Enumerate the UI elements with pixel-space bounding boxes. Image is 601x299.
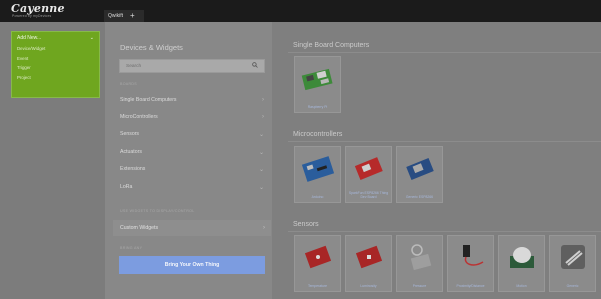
custom-widgets-label: Custom Widgets: [120, 225, 159, 231]
logo-subtitle: Powered by myDevices: [12, 14, 52, 18]
device-label: Pressure: [412, 284, 427, 288]
add-tab-plus-icon[interactable]: +: [130, 12, 135, 20]
device-card-pressure[interactable]: Pressure: [396, 235, 443, 292]
custom-caption: USE WIDGETS TO DISPLAY/CONTROL: [120, 209, 195, 213]
menu-item-project[interactable]: Project: [12, 73, 99, 83]
device-label: Arduino: [311, 195, 324, 199]
device-label: SparkFun ESP8266 Thing Dev Board: [348, 191, 389, 199]
category-actuators[interactable]: Actuators ⌄: [119, 146, 267, 158]
category-label: Actuators: [120, 149, 142, 155]
bring-your-own-thing-button[interactable]: Bring Your Own Thing: [119, 256, 265, 274]
motion-sensor-icon: [510, 247, 534, 268]
add-new-label: Add New...: [17, 35, 42, 41]
search-icon: [252, 62, 258, 70]
chevron-right-icon: ›: [263, 225, 265, 231]
chevron-down-icon: ⌄: [258, 131, 264, 138]
device-label: Generic: [566, 284, 579, 288]
chevron-down-icon: ⌄: [258, 166, 264, 173]
chevron-down-icon: ⌄: [89, 35, 94, 41]
section-title-sensors: Sensors: [293, 221, 319, 228]
device-label: Motion: [516, 284, 527, 288]
temperature-sensor-icon: [304, 245, 332, 269]
menu-item-trigger[interactable]: Trigger: [12, 63, 99, 73]
device-card-raspberry-pi[interactable]: Raspberry Pi: [294, 56, 341, 113]
menu-item-event[interactable]: Event: [12, 54, 99, 64]
top-bar: Cayenne Powered by myDevices Qwikift +: [0, 0, 601, 22]
panel-title: Devices & Widgets: [120, 43, 183, 52]
section-title-microcontrollers: Microcontrollers: [293, 131, 343, 138]
category-single-board-computers[interactable]: Single Board Computers ›: [119, 94, 267, 106]
device-card-motion[interactable]: Motion: [498, 235, 545, 292]
category-lora[interactable]: LoRa ⌄: [119, 181, 267, 193]
esp8266-board-icon: [406, 158, 434, 180]
chevron-down-icon: ⌄: [258, 149, 264, 156]
category-microcontrollers[interactable]: MicroControllers ›: [119, 111, 267, 123]
category-label: MicroControllers: [120, 114, 158, 120]
device-card-luminosity[interactable]: Luminosity: [345, 235, 392, 292]
device-card-sparkfun-esp8266[interactable]: SparkFun ESP8266 Thing Dev Board: [345, 146, 392, 203]
device-label: Proximity/Distance: [456, 284, 485, 288]
chevron-down-icon: ⌄: [258, 184, 264, 191]
sparkfun-board-icon: [354, 157, 383, 180]
byot-caption: BRING ANY: [120, 246, 143, 250]
search-placeholder: Search: [126, 63, 142, 69]
tab-label: Qwikift: [108, 13, 123, 19]
tab-qwikift[interactable]: Qwikift +: [104, 10, 144, 22]
category-label: Extensions: [120, 166, 146, 172]
category-label: Single Board Computers: [120, 97, 177, 103]
category-label: Sensors: [120, 131, 140, 137]
section-divider: [288, 141, 601, 142]
device-card-proximity[interactable]: Proximity/Distance: [447, 235, 494, 292]
device-card-arduino[interactable]: Arduino: [294, 146, 341, 203]
luminosity-sensor-icon: [355, 245, 383, 269]
category-label: LoRa: [120, 184, 133, 190]
device-label: Temperature: [307, 284, 328, 288]
proximity-sensor-icon: [463, 245, 484, 266]
device-label: Generic ESP8266: [405, 195, 434, 199]
generic-sensor-icon: [561, 245, 585, 269]
pressure-sensor-icon: [410, 244, 432, 271]
add-new-dropdown[interactable]: Add New... ⌄: [12, 32, 99, 44]
category-extensions[interactable]: Extensions ⌄: [119, 163, 267, 175]
device-label: Luminosity: [360, 284, 377, 288]
device-card-generic[interactable]: Generic: [549, 235, 596, 292]
add-new-menu: Add New... ⌄ Device/Widget Event Trigger…: [11, 31, 100, 98]
chevron-right-icon: ›: [262, 97, 264, 103]
boards-caption: BOARDS: [120, 82, 137, 86]
device-card-temperature[interactable]: Temperature: [294, 235, 341, 292]
device-label: Raspberry Pi: [307, 105, 328, 109]
category-sensors[interactable]: Sensors ⌄: [119, 128, 267, 140]
raspberry-pi-board-icon: [301, 68, 333, 91]
menu-item-device-widget[interactable]: Device/Widget: [12, 44, 99, 54]
chevron-right-icon: ›: [262, 114, 264, 120]
section-divider: [288, 52, 601, 53]
custom-widgets-item[interactable]: Custom Widgets ›: [113, 220, 271, 236]
section-divider: [288, 231, 601, 232]
device-card-generic-esp8266[interactable]: Generic ESP8266: [396, 146, 443, 203]
arduino-board-icon: [301, 156, 335, 182]
search-input[interactable]: Search: [119, 59, 265, 73]
section-title-sbc: Single Board Computers: [293, 42, 370, 49]
